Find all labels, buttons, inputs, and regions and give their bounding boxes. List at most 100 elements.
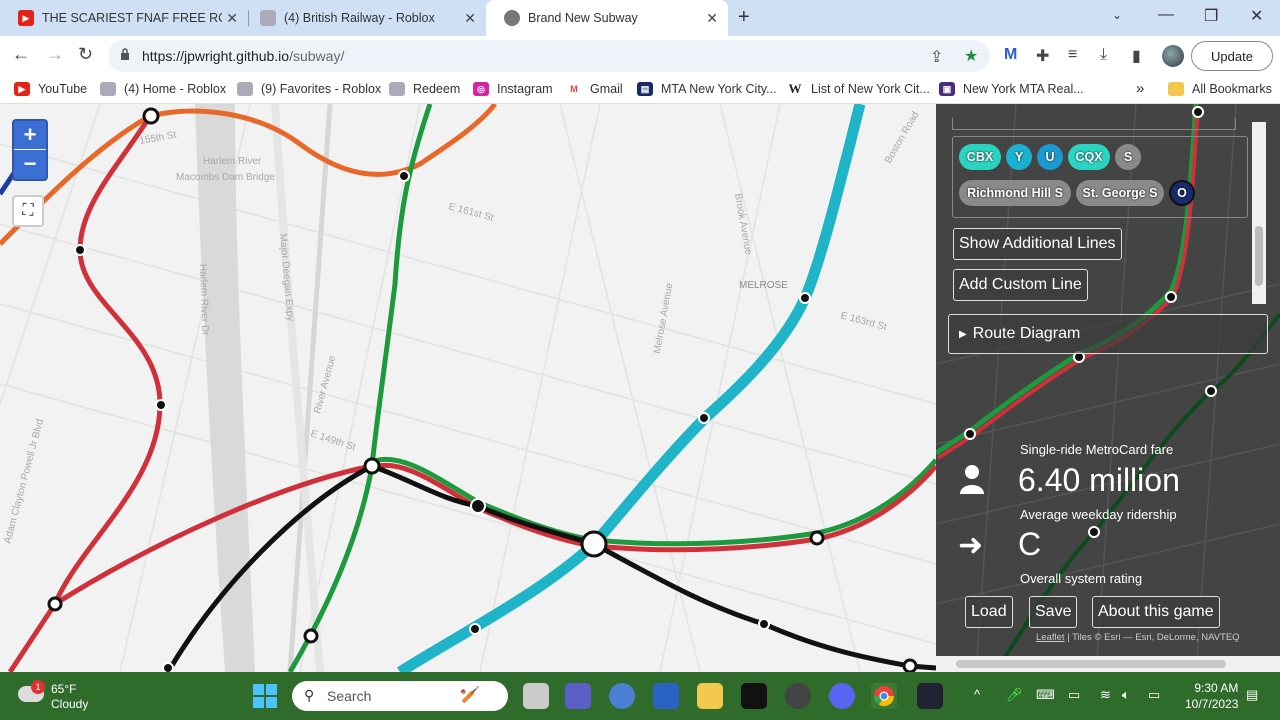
station-marker-transfer[interactable] xyxy=(902,658,918,672)
system-clock[interactable]: 9:30 AM 10/7/2023 xyxy=(1185,680,1238,712)
map-label-e149th: E 149th St xyxy=(309,428,357,453)
bookmark-roblox-home[interactable]: (4) Home - Roblox xyxy=(100,82,226,96)
tab-youtube[interactable]: ▶ THE SCARIEST FNAF FREE ROAM ✕ xyxy=(0,0,248,36)
back-icon[interactable]: ← xyxy=(12,44,30,65)
obs-icon[interactable] xyxy=(785,683,811,709)
scrollbar-thumb[interactable] xyxy=(956,660,1226,668)
show-additional-lines-button[interactable]: Show Additional Lines xyxy=(953,228,1122,260)
station-marker[interactable] xyxy=(799,292,811,304)
zoom-in-button[interactable]: + xyxy=(14,121,46,150)
station-marker-transfer[interactable] xyxy=(303,628,319,644)
microphone-icon[interactable]: 🎤︎ xyxy=(1006,687,1023,703)
close-window-icon[interactable]: ✕ xyxy=(1250,6,1263,26)
tab-roblox[interactable]: (4) British Railway - Roblox ✕ xyxy=(242,0,486,36)
windows-start-icon[interactable] xyxy=(253,684,277,708)
tab-subway[interactable]: Brand New Subway ✕ xyxy=(486,0,728,36)
all-bookmarks-folder[interactable]: All Bookmarks xyxy=(1168,82,1272,96)
media-control-icon[interactable]: ≡ xyxy=(1068,46,1077,64)
tab-title: THE SCARIEST FNAF FREE ROAM xyxy=(42,11,222,25)
forward-icon[interactable]: → xyxy=(46,44,64,65)
station-marker[interactable] xyxy=(74,244,86,256)
display-icon[interactable]: ▭ xyxy=(1068,687,1080,703)
bookmark-wikipedia[interactable]: W List of New York Cit... xyxy=(787,81,930,96)
line-chip-cqx[interactable]: CQX xyxy=(1068,144,1110,170)
task-view-icon[interactable] xyxy=(523,683,549,709)
about-button[interactable]: About this game xyxy=(1092,596,1220,628)
station-marker-transfer[interactable] xyxy=(142,107,160,125)
reload-icon[interactable]: ↻ xyxy=(78,44,93,65)
close-tab-icon[interactable]: ✕ xyxy=(226,10,238,27)
station-marker-transfer[interactable] xyxy=(580,530,608,558)
update-button[interactable]: Update xyxy=(1191,41,1273,71)
extension-m-icon[interactable]: M xyxy=(1004,46,1017,64)
scrollbar-thumb[interactable] xyxy=(1255,226,1263,286)
extensions-icon[interactable]: ✚ xyxy=(1036,46,1049,66)
fullscreen-icon[interactable]: ⛶ xyxy=(12,195,44,227)
bookmark-star-icon[interactable]: ★ xyxy=(964,46,978,66)
horizontal-scrollbar[interactable] xyxy=(936,656,1280,672)
leaflet-link[interactable]: Leaflet xyxy=(1036,632,1065,643)
close-tab-icon[interactable]: ✕ xyxy=(706,10,718,27)
line-chip-cbx[interactable]: CBX xyxy=(959,144,1001,170)
station-marker[interactable] xyxy=(698,412,710,424)
profile-avatar[interactable] xyxy=(1162,45,1184,67)
bookmark-mta-realtime[interactable]: ▣ New York MTA Real... xyxy=(939,82,1084,96)
line-chip-st-george-s[interactable]: St. George S xyxy=(1076,180,1164,206)
vpn-icon[interactable] xyxy=(653,683,679,709)
route-diagram-toggle[interactable]: ▶ Route Diagram xyxy=(948,314,1268,354)
file-explorer-icon[interactable] xyxy=(697,683,723,709)
add-custom-line-button[interactable]: Add Custom Line xyxy=(953,269,1088,301)
chrome-icon-wrap[interactable] xyxy=(871,683,897,709)
taskbar-search[interactable]: ⚲ Search 🏏 xyxy=(292,681,508,711)
show-hidden-icons-icon[interactable]: ^ xyxy=(974,687,980,702)
panel-scrollbar[interactable] xyxy=(1252,122,1266,304)
station-marker-transfer[interactable] xyxy=(363,457,381,475)
settings-icon[interactable] xyxy=(609,683,635,709)
capcut-icon[interactable] xyxy=(741,683,767,709)
more-bookmarks-button[interactable]: » xyxy=(1136,80,1144,97)
line-chip-s[interactable]: S xyxy=(1115,144,1141,170)
station-marker-transfer[interactable] xyxy=(47,596,63,612)
tab-search-icon[interactable]: ⌄ xyxy=(1112,8,1122,22)
bookmark-redeem[interactable]: Redeem xyxy=(389,82,460,96)
bookmark-mta[interactable]: ▤ MTA New York City... xyxy=(637,82,777,96)
side-panel-icon[interactable]: ▮ xyxy=(1132,46,1141,66)
station-marker[interactable] xyxy=(470,498,486,514)
teams-icon[interactable] xyxy=(565,683,591,709)
load-button[interactable]: Load xyxy=(965,596,1013,628)
share-icon[interactable]: ⇪ xyxy=(930,47,943,67)
station-marker[interactable] xyxy=(398,170,410,182)
save-button[interactable]: Save xyxy=(1029,596,1078,628)
keyboard-icon[interactable]: ⌨ xyxy=(1036,687,1055,703)
station-marker[interactable] xyxy=(155,399,167,411)
restore-icon[interactable]: ❐ xyxy=(1204,6,1218,26)
bookmark-youtube[interactable]: ▶ YouTube xyxy=(14,82,87,96)
line-chip-u[interactable]: U xyxy=(1037,144,1063,170)
subway-map[interactable]: Harlem River Macombs Dam Bridge E 161st … xyxy=(0,104,936,672)
wifi-icon[interactable]: ≋ xyxy=(1100,687,1111,703)
battery-icon[interactable]: ▭ xyxy=(1148,687,1160,703)
volume-icon[interactable]: 🔈︎ xyxy=(1122,687,1130,703)
map-canvas[interactable]: Harlem River Macombs Dam Bridge E 161st … xyxy=(0,104,936,672)
close-tab-icon[interactable]: ✕ xyxy=(464,10,476,27)
station-marker[interactable] xyxy=(758,618,770,630)
bookmark-roblox-favorites[interactable]: (9) Favorites - Roblox xyxy=(237,82,381,96)
station-marker[interactable] xyxy=(162,662,174,672)
weather-temp: 65°F xyxy=(51,682,77,696)
zoom-out-button[interactable]: − xyxy=(14,150,46,179)
station-marker[interactable] xyxy=(469,623,481,635)
black-line[interactable] xyxy=(165,463,936,672)
line-chip-y[interactable]: Y xyxy=(1006,144,1032,170)
download-icon[interactable]: ⤓ xyxy=(1100,46,1107,64)
notification-icon[interactable]: ▤ xyxy=(1246,687,1258,703)
bookmark-gmail[interactable]: M Gmail xyxy=(566,82,623,96)
new-tab-icon[interactable]: + xyxy=(738,6,750,29)
line-chip-o[interactable]: O xyxy=(1169,180,1195,206)
station-marker-transfer[interactable] xyxy=(809,530,825,546)
minimize-icon[interactable]: — xyxy=(1158,6,1174,24)
bookmark-instagram[interactable]: ◎ Instagram xyxy=(473,82,553,96)
address-bar[interactable]: https://jpwright.github.io/subway/ ⇪ ★ xyxy=(108,40,990,72)
line-chip-richmond-hill-s[interactable]: Richmond Hill S xyxy=(959,180,1071,206)
discord-icon[interactable] xyxy=(829,683,855,709)
davinci-icon[interactable] xyxy=(917,683,943,709)
